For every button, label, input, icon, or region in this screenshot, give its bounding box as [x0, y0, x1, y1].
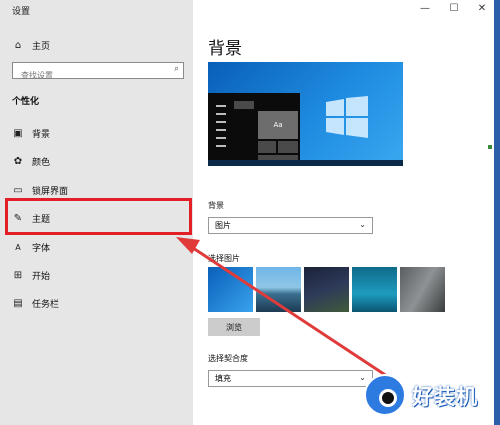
watermark-logo: 好装机 [362, 372, 497, 420]
settings-window: 设置 ⌂ 主页 ⌕ 个性化 ▣ 背景 ✿ 颜色 ▭ 锁屏界面 ✎ 主题 A 字体 [0, 0, 500, 425]
watermark-icon [364, 374, 406, 416]
annotation-arrow [176, 237, 403, 388]
watermark-text: 好装机 [412, 385, 478, 409]
